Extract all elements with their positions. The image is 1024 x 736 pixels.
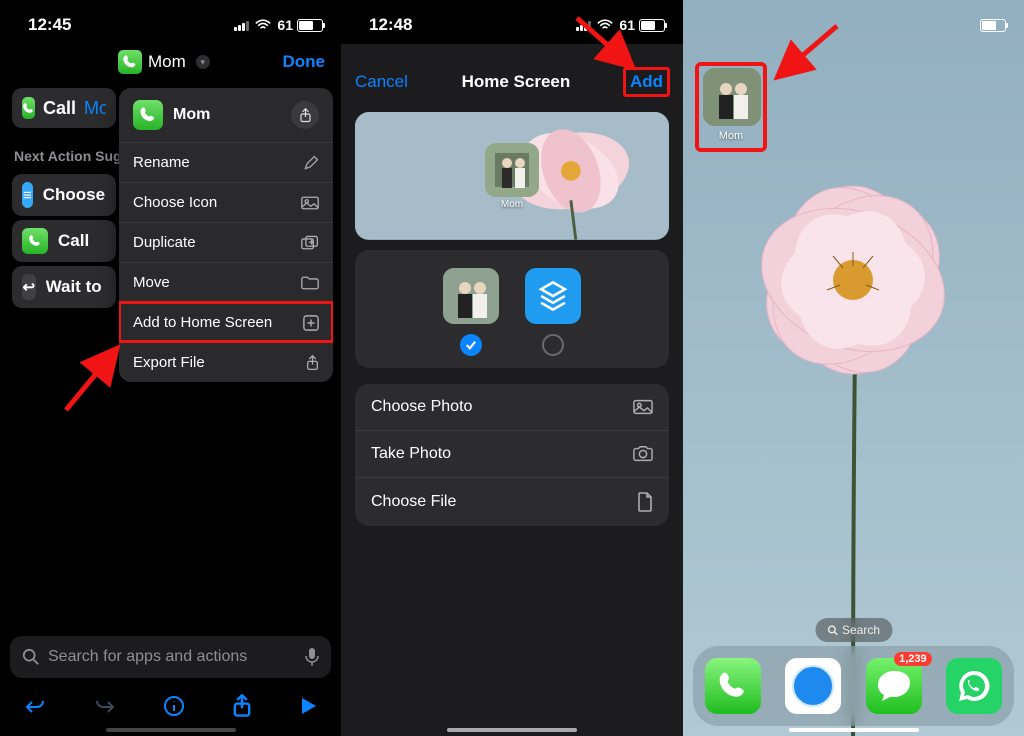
context-choose-icon[interactable]: Choose Icon — [119, 182, 333, 222]
share-button[interactable] — [232, 694, 252, 718]
shortcut-context-menu: Mom Rename Choose Icon Duplicate Move Ad… — [119, 88, 333, 382]
context-rename[interactable]: Rename — [119, 142, 333, 182]
search-placeholder: Search for apps and actions — [48, 648, 247, 666]
bottom-toolbar — [0, 686, 341, 726]
cellular-icon — [234, 19, 249, 31]
home-shortcut-icon[interactable]: Mom — [699, 66, 763, 148]
status-time: 12:45 — [28, 15, 71, 35]
search-icon — [827, 625, 838, 636]
dock-app-phone[interactable] — [705, 658, 761, 714]
chevron-down-icon[interactable]: ▾ — [196, 55, 210, 69]
image-icon — [633, 399, 653, 415]
context-header: Mom — [119, 88, 333, 142]
status-bar: 12:45 61 — [0, 0, 341, 44]
pencil-icon — [303, 155, 319, 171]
icon-option-custom[interactable] — [443, 268, 499, 356]
add-button[interactable]: Add — [624, 68, 669, 96]
image-icon — [301, 196, 319, 210]
home-screen-preview: Mom — [355, 112, 669, 240]
share-button[interactable] — [291, 101, 319, 129]
mic-icon[interactable] — [305, 648, 319, 666]
dock: 1,239 — [693, 646, 1014, 726]
preview-app-icon — [485, 143, 539, 197]
suggestion-call[interactable]: Call — [12, 220, 116, 262]
phone-icon — [133, 100, 163, 130]
add-to-home-icon — [303, 315, 319, 331]
camera-icon — [633, 446, 653, 462]
phone-screen-home: 12:49 61 Mom Search 1,239 — [683, 0, 1024, 736]
phone-screen-add-to-home: 12:48 61 Cancel Home Screen Add — [341, 0, 683, 736]
done-button[interactable]: Done — [283, 52, 326, 72]
choose-file-row[interactable]: Choose File — [355, 478, 669, 526]
search-icon — [22, 648, 40, 666]
image-source-list: Choose Photo Take Photo Choose File — [355, 384, 669, 526]
icon-picker — [355, 250, 669, 368]
context-add-home-screen[interactable]: Add to Home Screen — [119, 302, 333, 342]
take-photo-row[interactable]: Take Photo — [355, 431, 669, 478]
spotlight-search-pill[interactable]: Search — [815, 618, 892, 642]
redo-button[interactable] — [93, 694, 117, 718]
suggestion-choose-menu[interactable]: ≡ Choose from Menu — [12, 174, 116, 216]
phone-icon — [22, 97, 35, 119]
folder-icon — [301, 276, 319, 290]
messages-badge: 1,239 — [894, 652, 932, 666]
editor-header: Mom ▾ Done — [0, 44, 341, 84]
suggestion-wait-return[interactable]: ↩︎ Wait to Return — [12, 266, 116, 308]
modal-header: Cancel Home Screen Add — [341, 58, 683, 106]
context-duplicate[interactable]: Duplicate — [119, 222, 333, 262]
dock-app-safari[interactable] — [785, 658, 841, 714]
home-indicator[interactable] — [106, 728, 236, 732]
phone-screen-shortcuts-editor: 12:45 61 Mom ▾ Done Call Mom Next Action… — [0, 0, 341, 736]
dock-app-whatsapp[interactable] — [946, 658, 1002, 714]
cancel-button[interactable]: Cancel — [355, 72, 408, 92]
shortcuts-default-icon — [525, 268, 581, 324]
duplicate-icon — [301, 235, 319, 251]
undo-button[interactable] — [23, 694, 47, 718]
menu-icon: ≡ — [22, 182, 33, 208]
share-icon — [306, 355, 319, 371]
wifi-icon — [597, 19, 613, 31]
call-action-block[interactable]: Call Mom — [12, 88, 116, 128]
dock-app-messages[interactable]: 1,239 — [866, 658, 922, 714]
wifi-icon — [255, 19, 271, 31]
icon-option-default[interactable] — [525, 268, 581, 356]
radio-selected[interactable] — [460, 334, 482, 356]
modal-title: Home Screen — [462, 72, 571, 92]
home-indicator[interactable] — [447, 728, 577, 732]
document-icon — [637, 492, 653, 512]
custom-shortcut-thumb — [703, 68, 761, 126]
phone-app-icon — [118, 50, 142, 74]
run-button[interactable] — [298, 696, 318, 716]
info-button[interactable] — [163, 695, 185, 717]
status-time: 12:48 — [369, 15, 412, 35]
status-bar: 12:48 61 — [341, 0, 683, 44]
phone-icon — [22, 228, 48, 254]
return-icon: ↩︎ — [22, 274, 36, 300]
context-move[interactable]: Move — [119, 262, 333, 302]
shortcut-name[interactable]: Mom — [148, 52, 186, 72]
battery-icon: 61 — [277, 17, 323, 33]
radio-unselected[interactable] — [542, 334, 564, 356]
call-action-verb: Call — [43, 98, 76, 119]
context-export-file[interactable]: Export File — [119, 342, 333, 382]
home-shortcut-label: Mom — [703, 130, 759, 142]
custom-photo-thumb — [443, 268, 499, 324]
call-action-target[interactable]: Mom — [84, 98, 106, 119]
search-bar[interactable]: Search for apps and actions — [10, 636, 331, 678]
cellular-icon — [576, 19, 591, 31]
choose-photo-row[interactable]: Choose Photo — [355, 384, 669, 431]
preview-icon-label: Mom — [485, 199, 539, 210]
battery-icon: 61 — [619, 17, 665, 33]
home-indicator[interactable] — [789, 728, 919, 732]
